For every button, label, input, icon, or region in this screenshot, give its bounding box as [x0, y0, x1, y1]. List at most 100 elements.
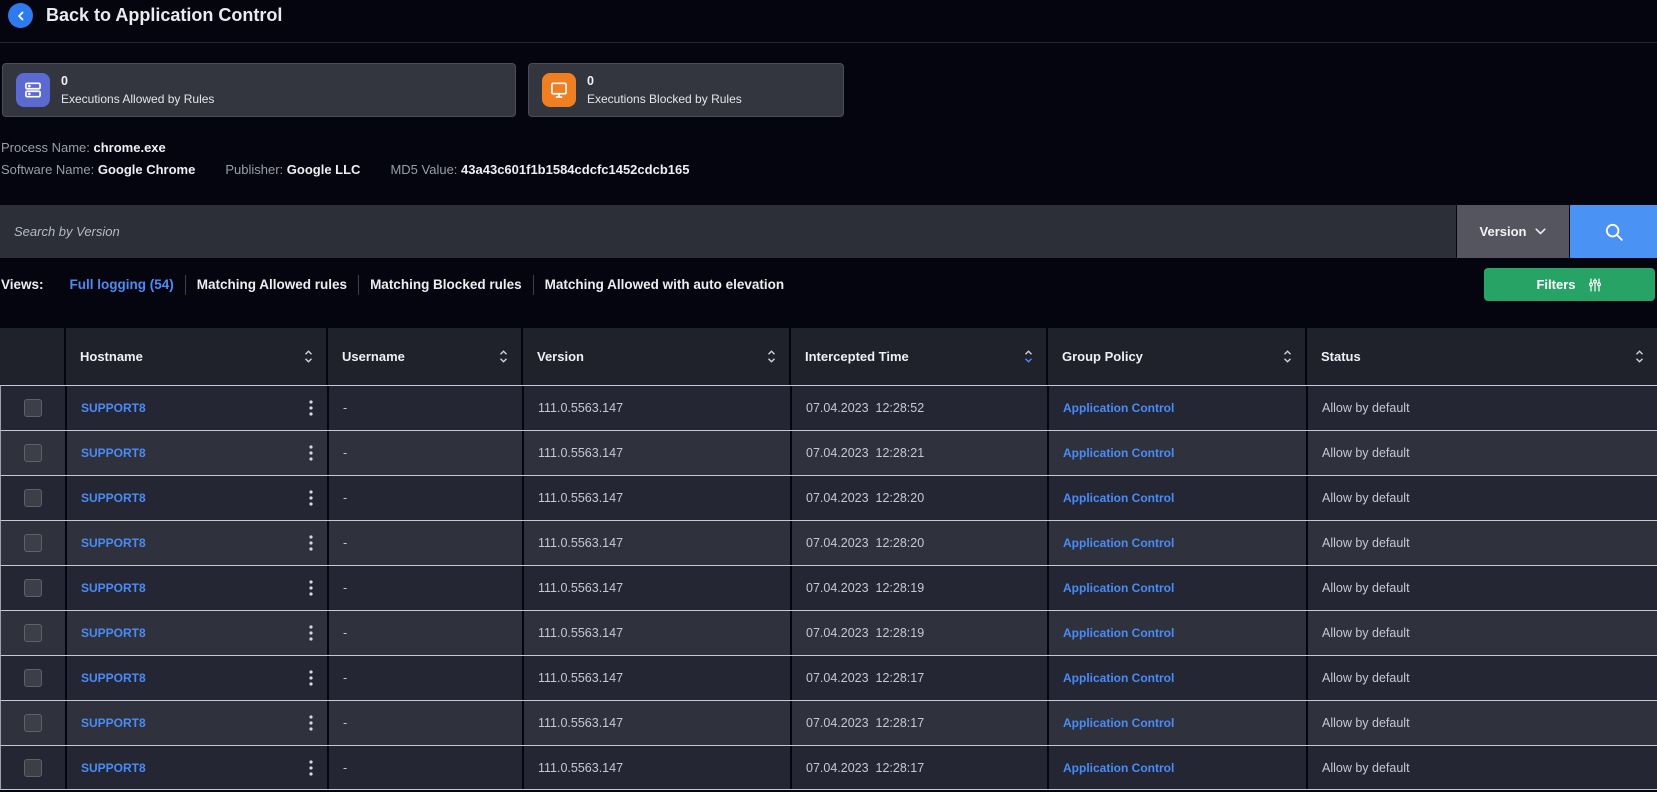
username-cell: -	[329, 476, 522, 520]
row-actions-button[interactable]	[305, 756, 317, 780]
sort-icon	[768, 350, 775, 363]
row-actions-button[interactable]	[305, 576, 317, 600]
column-header-username[interactable]: Username	[328, 328, 521, 385]
intercepted-time-cell: 07.04.2023 12:28:17	[792, 656, 1047, 700]
group-policy-cell: Application Control	[1049, 431, 1306, 475]
hostname-link[interactable]: SUPPORT8	[81, 536, 146, 550]
username-cell: -	[329, 611, 522, 655]
intercepted-time-cell: 07.04.2023 12:28:52	[792, 386, 1047, 430]
column-header-group-policy[interactable]: Group Policy	[1048, 328, 1305, 385]
column-header-status[interactable]: Status	[1307, 328, 1657, 385]
row-actions-button[interactable]	[305, 441, 317, 465]
group-policy-link[interactable]: Application Control	[1063, 716, 1174, 730]
row-checkbox[interactable]	[24, 669, 42, 687]
username-cell: -	[329, 386, 522, 430]
hostname-cell: SUPPORT8	[67, 746, 327, 789]
sort-icon	[1284, 350, 1291, 363]
hostname-link[interactable]: SUPPORT8	[81, 671, 146, 685]
hostname-link[interactable]: SUPPORT8	[81, 401, 146, 415]
status-cell: Allow by default	[1308, 656, 1657, 700]
sort-icon-active-desc	[1025, 350, 1032, 363]
group-policy-link[interactable]: Application Control	[1063, 581, 1174, 595]
row-actions-button[interactable]	[305, 486, 317, 510]
row-actions-button[interactable]	[305, 666, 317, 690]
kebab-menu-icon	[309, 400, 313, 416]
row-checkbox[interactable]	[24, 714, 42, 732]
process-info: Process Name: chrome.exe Software Name: …	[1, 137, 719, 181]
kebab-menu-icon	[309, 715, 313, 731]
hostname-link[interactable]: SUPPORT8	[81, 446, 146, 460]
version-cell: 111.0.5563.147	[524, 746, 790, 789]
server-stack-icon	[16, 73, 50, 107]
group-policy-cell: Application Control	[1049, 476, 1306, 520]
group-policy-link[interactable]: Application Control	[1063, 401, 1174, 415]
hostname-link[interactable]: SUPPORT8	[81, 761, 146, 775]
view-tab-matching-blocked[interactable]: Matching Blocked rules	[370, 277, 522, 292]
filters-button[interactable]: Filters	[1484, 268, 1655, 301]
table-body: SUPPORT8-111.0.5563.147 07.04.2023 12:28:…	[0, 385, 1657, 790]
search-field-dropdown[interactable]: Version	[1457, 205, 1569, 258]
version-cell: 111.0.5563.147	[524, 701, 790, 745]
search-button[interactable]	[1570, 205, 1657, 258]
kebab-menu-icon	[309, 445, 313, 461]
row-checkbox[interactable]	[24, 534, 42, 552]
intercepted-time-cell: 07.04.2023 12:28:21	[792, 431, 1047, 475]
intercepted-time-cell: 07.04.2023 12:28:20	[792, 521, 1047, 565]
hostname-link[interactable]: SUPPORT8	[81, 716, 146, 730]
group-policy-link[interactable]: Application Control	[1063, 626, 1174, 640]
version-cell: 111.0.5563.147	[524, 566, 790, 610]
hostname-cell: SUPPORT8	[67, 701, 327, 745]
row-checkbox[interactable]	[24, 758, 42, 777]
group-policy-link[interactable]: Application Control	[1063, 671, 1174, 685]
row-actions-button[interactable]	[305, 711, 317, 735]
view-tab-matching-auto-elevation[interactable]: Matching Allowed with auto elevation	[545, 277, 785, 292]
intercepted-time-cell: 07.04.2023 12:28:17	[792, 746, 1047, 789]
row-select-cell	[1, 521, 65, 565]
chevron-left-icon	[17, 11, 23, 20]
row-checkbox[interactable]	[24, 624, 42, 642]
hostname-cell: SUPPORT8	[67, 656, 327, 700]
version-cell: 111.0.5563.147	[524, 521, 790, 565]
group-policy-cell: Application Control	[1049, 701, 1306, 745]
version-cell: 111.0.5563.147	[524, 656, 790, 700]
kebab-menu-icon	[309, 535, 313, 551]
username-cell: -	[329, 521, 522, 565]
hostname-link[interactable]: SUPPORT8	[81, 581, 146, 595]
row-actions-button[interactable]	[305, 396, 317, 420]
search-input[interactable]	[0, 205, 1456, 258]
hostname-cell: SUPPORT8	[67, 566, 327, 610]
column-header-intercepted-time[interactable]: Intercepted Time	[791, 328, 1046, 385]
username-cell: -	[329, 746, 522, 789]
column-header-hostname[interactable]: Hostname	[66, 328, 326, 385]
row-actions-button[interactable]	[305, 621, 317, 645]
table-row: SUPPORT8 -111.0.5563.147 07.04.2023 12:28:…	[0, 430, 1657, 475]
column-header-version[interactable]: Version	[523, 328, 789, 385]
group-policy-cell: Application Control	[1049, 566, 1306, 610]
back-button[interactable]	[8, 3, 33, 28]
row-select-cell	[1, 386, 65, 430]
view-separator	[358, 274, 360, 295]
row-actions-button[interactable]	[305, 531, 317, 555]
hostname-link[interactable]: SUPPORT8	[81, 491, 146, 505]
row-select-cell	[1, 746, 65, 789]
view-tab-full-logging[interactable]: Full logging (54)	[70, 277, 174, 292]
row-checkbox[interactable]	[24, 579, 42, 597]
status-cell: Allow by default	[1308, 611, 1657, 655]
view-tab-matching-allowed[interactable]: Matching Allowed rules	[197, 277, 347, 292]
group-policy-link[interactable]: Application Control	[1063, 536, 1174, 550]
group-policy-link[interactable]: Application Control	[1063, 761, 1174, 775]
stat-card-executions-allowed: 0 Executions Allowed by Rules	[2, 63, 516, 117]
row-checkbox[interactable]	[24, 489, 42, 507]
events-table: Hostname Username Version Intercepted Ti…	[0, 328, 1657, 790]
top-bar: Back to Application Control	[0, 0, 1657, 43]
table-header: Hostname Username Version Intercepted Ti…	[0, 328, 1657, 385]
row-checkbox[interactable]	[24, 399, 42, 417]
version-cell: 111.0.5563.147	[524, 386, 790, 430]
group-policy-link[interactable]: Application Control	[1063, 446, 1174, 460]
group-policy-link[interactable]: Application Control	[1063, 491, 1174, 505]
hostname-link[interactable]: SUPPORT8	[81, 626, 146, 640]
row-select-cell	[1, 566, 65, 610]
status-cell: Allow by default	[1308, 521, 1657, 565]
row-checkbox[interactable]	[24, 444, 42, 462]
search-icon	[1605, 223, 1623, 241]
